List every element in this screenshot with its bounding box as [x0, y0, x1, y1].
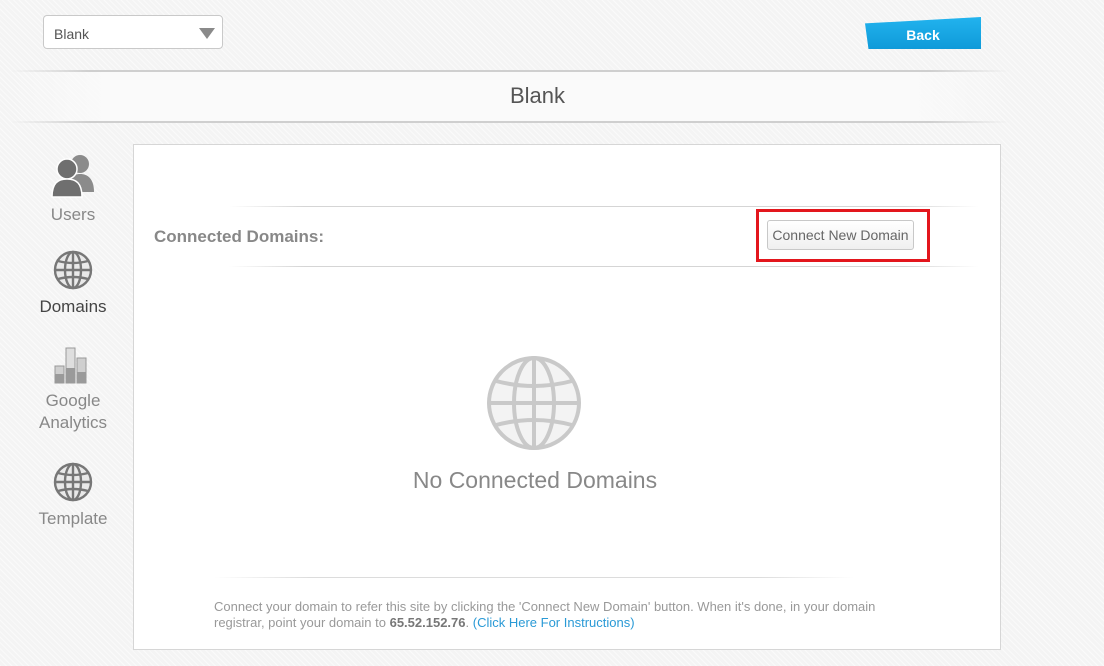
ip-address: 65.52.152.76	[389, 615, 466, 630]
sidebar-item-google-analytics[interactable]: Google Analytics	[18, 346, 128, 434]
empty-state-text: No Connected Domains	[412, 467, 658, 493]
divider	[229, 206, 979, 207]
title-divider-bottom	[10, 121, 1010, 123]
domains-panel: Connected Domains: Connect New Domain No…	[133, 144, 1001, 650]
divider	[214, 577, 854, 578]
instructions-text-part: .	[465, 615, 473, 630]
back-button[interactable]: Back	[865, 17, 981, 49]
sidebar-item-label: Users	[50, 205, 96, 224]
globe-icon	[53, 462, 93, 502]
sidebar-item-label-line2: Analytics	[38, 413, 108, 432]
sidebar-item-label-line1: Google	[45, 391, 101, 410]
connected-domains-heading: Connected Domains:	[154, 227, 325, 246]
instructions-link[interactable]: (Click Here For Instructions)	[473, 615, 635, 630]
site-select-value: Blank	[54, 26, 90, 42]
bar-chart-icon	[54, 347, 87, 384]
globe-icon	[487, 356, 581, 450]
chevron-down-icon	[199, 28, 215, 39]
site-select-dropdown[interactable]: Blank	[43, 15, 223, 49]
sidebar-item-users[interactable]: Users	[18, 152, 128, 226]
sidebar-item-domains[interactable]: Domains	[18, 250, 128, 318]
sidebar-item-label: Template	[38, 509, 108, 528]
page-title: Blank	[509, 83, 566, 108]
instructions-text: Connect your domain to refer this site b…	[214, 599, 914, 631]
sidebar-item-template[interactable]: Template	[18, 462, 128, 530]
connect-new-domain-button[interactable]: Connect New Domain	[767, 220, 914, 250]
sidebar-item-label: Domains	[39, 297, 107, 316]
users-icon	[51, 155, 94, 198]
globe-icon	[53, 250, 93, 290]
title-divider-top	[10, 70, 1010, 72]
divider	[229, 266, 979, 267]
